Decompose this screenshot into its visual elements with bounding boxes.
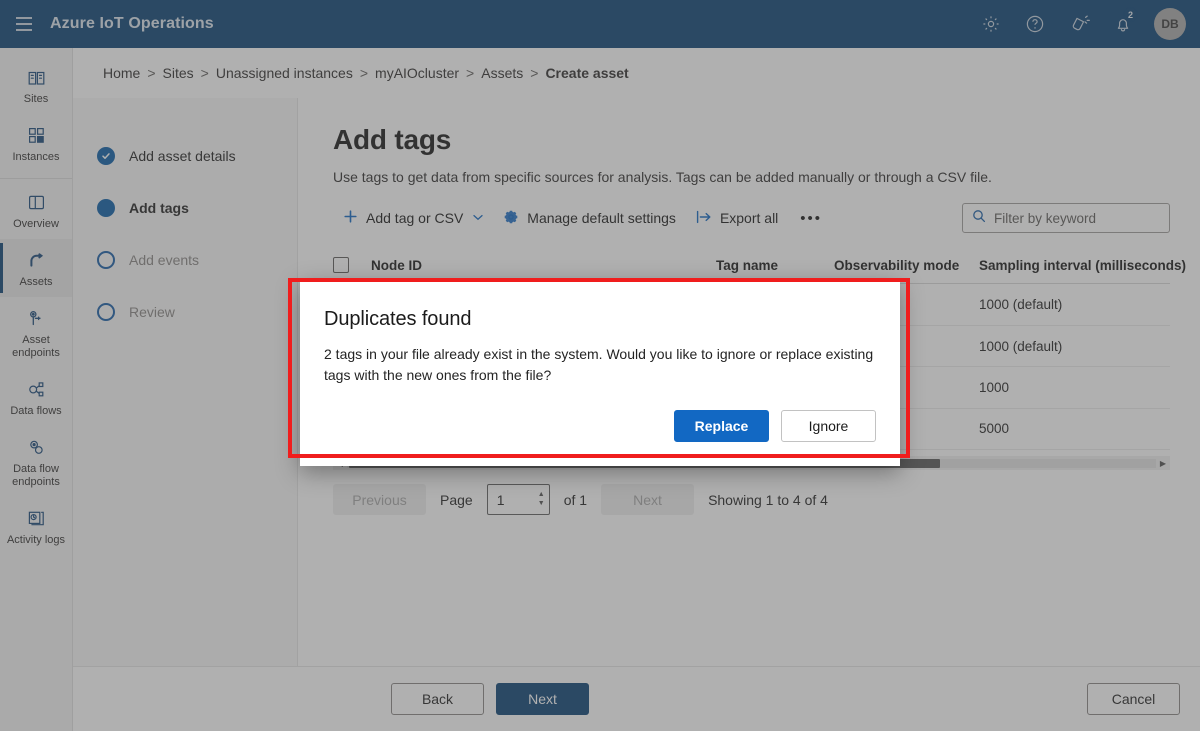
dialog-message: 2 tags in your file already exist in the… (324, 346, 874, 383)
duplicates-found-dialog: Duplicates found 2 tags in your file alr… (300, 280, 900, 466)
dialog-title: Duplicates found (324, 308, 472, 330)
dialog-actions: Replace Ignore (324, 410, 876, 442)
replace-button[interactable]: Replace (674, 410, 769, 442)
ignore-button[interactable]: Ignore (781, 410, 876, 442)
